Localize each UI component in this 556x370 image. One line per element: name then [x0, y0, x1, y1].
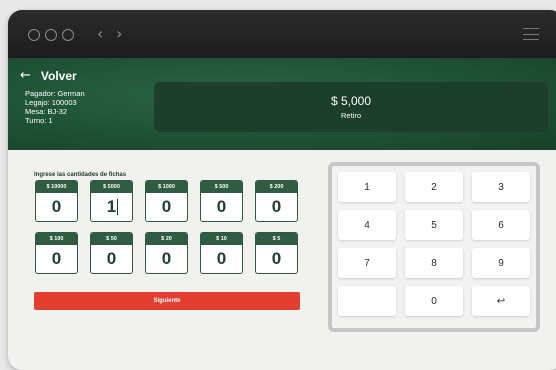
keypad-key[interactable]: 3 — [472, 172, 530, 202]
chip-field[interactable]: $ 5 0 — [255, 232, 298, 274]
mesa-line: Mesa: BJ-32 — [25, 107, 68, 116]
keypad-key[interactable]: 0 — [405, 286, 463, 316]
back-label: Volver — [40, 68, 77, 83]
amount-value: $ 5,000 — [330, 94, 372, 108]
chip-field[interactable]: $ 5000 1 — [90, 180, 133, 222]
arrow-left-icon: ← — [20, 68, 31, 83]
chip-quantity[interactable]: 0 — [201, 193, 242, 221]
chip-label: $ 5000 — [91, 181, 132, 193]
keypad-key[interactable]: 1 — [338, 172, 396, 202]
keypad-key[interactable]: 6 — [472, 210, 530, 240]
chip-label: $ 100 — [36, 233, 77, 245]
chip-field[interactable]: $ 500 0 — [200, 180, 243, 222]
chip-field[interactable]: $ 50 0 — [90, 232, 133, 274]
app-window: ‹ › ← Volver Pagador: German Legajo: 100… — [8, 10, 556, 370]
keypad-key[interactable]: 5 — [405, 210, 463, 240]
menu-icon[interactable] — [523, 28, 539, 40]
window-titlebar: ‹ › — [8, 10, 556, 58]
chip-label: $ 5 — [256, 233, 297, 245]
chip-label: $ 20 — [146, 233, 187, 245]
chip-label: $ 1000 — [146, 181, 187, 193]
chip-field[interactable]: $ 1000 0 — [145, 180, 188, 222]
numeric-keypad: 1 2 3 4 5 6 7 8 9 0 ↩ — [328, 162, 540, 332]
legajo-line: Legajo: 100003 — [25, 98, 77, 107]
keypad-key[interactable]: 4 — [338, 210, 396, 240]
window-control-circle-icon[interactable] — [45, 29, 57, 41]
chevron-left-icon[interactable]: ‹ — [97, 24, 103, 43]
keypad-key-blank[interactable] — [338, 286, 396, 316]
chip-label: $ 200 — [256, 181, 297, 193]
chip-quantity[interactable]: 0 — [146, 245, 187, 273]
chip-quantity[interactable]: 0 — [91, 245, 132, 273]
payer-line: Pagador: German — [25, 89, 85, 98]
chip-quantity[interactable]: 0 — [256, 193, 297, 221]
chevron-right-icon[interactable]: › — [116, 24, 122, 43]
keypad-key[interactable]: 7 — [338, 248, 396, 278]
chips-title: Ingrese las cantidades de fichas — [34, 172, 127, 178]
keypad-key[interactable]: 8 — [405, 248, 463, 278]
chip-field[interactable]: $ 10 0 — [200, 232, 243, 274]
keypad-key[interactable]: 9 — [472, 248, 530, 278]
window-control-circle-icon[interactable] — [28, 29, 40, 41]
chip-quantity[interactable]: 0 — [36, 193, 77, 221]
main-content: Ingrese las cantidades de fichas $ 10000… — [8, 150, 556, 370]
header-panel: ← Volver Pagador: German Legajo: 100003 … — [8, 58, 556, 150]
amount-display: $ 5,000 Retiro — [154, 82, 548, 132]
enter-key-icon[interactable]: ↩ — [472, 286, 530, 316]
chip-quantity[interactable]: 0 — [36, 245, 77, 273]
turno-line: Turno: 1 — [25, 116, 53, 125]
amount-type: Retiro — [340, 111, 361, 120]
chip-label: $ 10000 — [36, 181, 77, 193]
chip-label: $ 10 — [201, 233, 242, 245]
payer-info: Pagador: German Legajo: 100003 Mesa: BJ-… — [25, 89, 85, 125]
keypad-key[interactable]: 2 — [405, 172, 463, 202]
chip-label: $ 50 — [91, 233, 132, 245]
chip-quantity[interactable]: 0 — [146, 193, 187, 221]
chip-quantity[interactable]: 0 — [256, 245, 297, 273]
chip-field[interactable]: $ 100 0 — [35, 232, 78, 274]
chip-label: $ 500 — [201, 181, 242, 193]
window-control-circle-icon[interactable] — [62, 29, 74, 41]
chip-field[interactable]: $ 10000 0 — [35, 180, 78, 222]
chip-quantity[interactable]: 0 — [201, 245, 242, 273]
chip-quantity[interactable]: 1 — [91, 193, 132, 221]
next-button[interactable]: Siguiente — [34, 292, 300, 310]
back-button[interactable]: ← Volver — [20, 68, 77, 83]
chip-field[interactable]: $ 20 0 — [145, 232, 188, 274]
chip-field[interactable]: $ 200 0 — [255, 180, 298, 222]
